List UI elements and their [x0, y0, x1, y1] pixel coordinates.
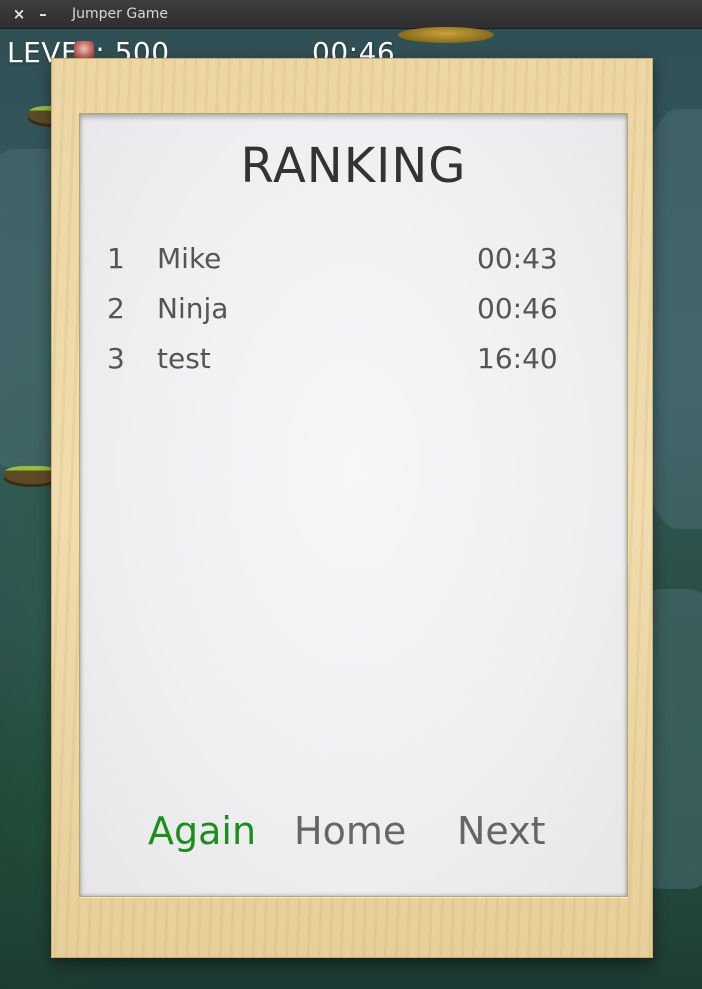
gold-platform — [398, 27, 494, 43]
ranking-panel: RANKING 1 Mike 00:43 2 Ninja 00:46 3 tes… — [79, 113, 628, 897]
game-window: × – Jumper Game LEVEL: 500 00:46 RANKING… — [0, 0, 702, 989]
rank-position: 1 — [107, 242, 125, 275]
ranking-row: 2 Ninja 00:46 — [80, 292, 627, 342]
close-icon: × — [12, 5, 26, 23]
player-name: test — [157, 342, 211, 375]
player-name: Ninja — [157, 292, 229, 325]
finish-time: 16:40 — [477, 342, 558, 375]
rank-position: 2 — [107, 292, 125, 325]
window-title: Jumper Game — [72, 6, 169, 22]
home-button[interactable]: Home — [294, 809, 406, 853]
window-title-bar: × – Jumper Game — [0, 0, 702, 29]
ranking-actions: Again Home Next — [80, 809, 627, 859]
again-button[interactable]: Again — [148, 809, 256, 853]
close-window-button[interactable]: × — [7, 0, 31, 28]
minimize-icon: – — [39, 5, 47, 23]
ranking-row: 1 Mike 00:43 — [80, 242, 627, 292]
next-button[interactable]: Next — [457, 809, 546, 853]
finish-time: 00:43 — [477, 242, 558, 275]
ranking-title: RANKING — [240, 138, 467, 194]
player-name: Mike — [157, 242, 222, 275]
rank-position: 3 — [107, 342, 125, 375]
finish-time: 00:46 — [477, 292, 558, 325]
minimize-window-button[interactable]: – — [31, 0, 55, 28]
ranking-list: 1 Mike 00:43 2 Ninja 00:46 3 test 16:40 — [80, 242, 627, 392]
ranking-board: RANKING 1 Mike 00:43 2 Ninja 00:46 3 tes… — [51, 58, 653, 958]
ranking-row: 3 test 16:40 — [80, 342, 627, 392]
